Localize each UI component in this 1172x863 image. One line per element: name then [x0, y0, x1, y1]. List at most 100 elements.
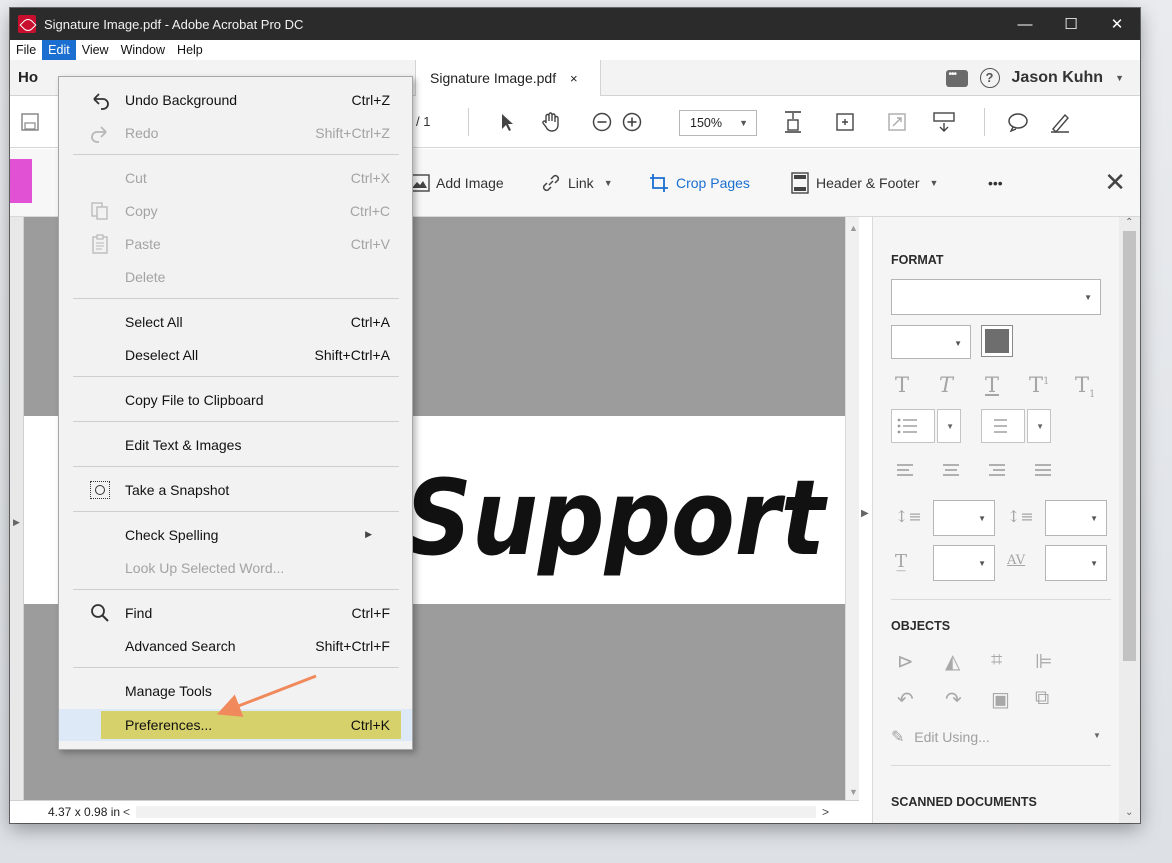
- panel-vertical-scrollbar[interactable]: ⌃ ⌄: [1119, 217, 1140, 823]
- menu-item-label: Take a Snapshot: [125, 481, 230, 498]
- menu-item-copy-file-to-clipboard[interactable]: Copy File to Clipboard: [59, 383, 412, 416]
- edit-using-label: Edit Using...: [914, 729, 990, 745]
- link-icon: [542, 174, 560, 192]
- collapse-right-panel-icon[interactable]: ▶: [861, 508, 869, 519]
- user-menu-chevron-down-icon[interactable]: ▼: [1115, 73, 1124, 83]
- tab-document-label: Signature Image.pdf: [430, 70, 557, 86]
- menu-item-redo[interactable]: Redo Shift+Ctrl+Z: [59, 116, 412, 149]
- zoom-out-icon[interactable]: [590, 96, 614, 148]
- menu-edit[interactable]: Edit: [42, 40, 76, 60]
- menu-item-take-a-snapshot[interactable]: Take a Snapshot: [59, 473, 412, 506]
- help-icon[interactable]: ?: [979, 68, 1000, 88]
- panel-scroll-thumb[interactable]: [1123, 231, 1136, 661]
- crop-pages-button[interactable]: Crop Pages: [648, 149, 750, 217]
- scroll-right-icon[interactable]: >: [822, 801, 829, 823]
- scroll-down-icon[interactable]: ⌄: [1125, 807, 1133, 818]
- numbered-list-dropdown[interactable]: ▼: [1027, 409, 1051, 443]
- crop-image-icon[interactable]: ⌗: [991, 649, 1002, 672]
- tab-document[interactable]: Signature Image.pdf ×: [415, 60, 601, 97]
- horizontal-scrollbar[interactable]: [136, 806, 816, 818]
- edit-pdf-tool-tab[interactable]: [10, 159, 32, 203]
- close-window-button[interactable]: ✕: [1094, 8, 1140, 40]
- menu-item-shortcut: Ctrl+A: [350, 313, 390, 330]
- text-color-swatch[interactable]: [981, 325, 1013, 357]
- pen-sign-icon[interactable]: [1046, 96, 1074, 148]
- menu-item-undo-background[interactable]: Undo Background Ctrl+Z: [59, 83, 412, 116]
- select-cursor-icon[interactable]: [494, 96, 520, 148]
- menu-item-label: Edit Text & Images: [125, 436, 242, 453]
- scroll-up-icon[interactable]: ▲: [849, 223, 858, 233]
- fit-page-icon[interactable]: [780, 96, 806, 148]
- menu-help[interactable]: Help: [171, 40, 209, 60]
- add-image-button[interactable]: Add Image: [408, 149, 504, 217]
- menu-item-find[interactable]: Find Ctrl+F: [59, 596, 412, 629]
- menu-item-select-all[interactable]: Select All Ctrl+A: [59, 305, 412, 338]
- align-objects-icon[interactable]: ⊫: [1035, 649, 1052, 674]
- scroll-left-icon[interactable]: <: [123, 801, 130, 823]
- hand-tool-icon[interactable]: [536, 96, 566, 148]
- scroll-up-icon[interactable]: ⌃: [1125, 217, 1133, 228]
- tab-home[interactable]: Ho: [18, 60, 38, 96]
- subscript-icon[interactable]: T1: [1075, 373, 1095, 400]
- more-tools-button[interactable]: •••: [988, 149, 1003, 217]
- horizontal-scaling-select[interactable]: ▼: [933, 545, 995, 581]
- signature-image[interactable]: Support: [405, 442, 835, 592]
- comment-icon[interactable]: [1004, 96, 1032, 148]
- rotate-counterclockwise-icon[interactable]: ↶: [897, 687, 914, 712]
- rotate-page-icon[interactable]: [832, 96, 858, 148]
- menu-item-advanced-search[interactable]: Advanced Search Shift+Ctrl+F: [59, 629, 412, 662]
- header-footer-label: Header & Footer: [816, 175, 920, 191]
- maximize-button[interactable]: ☐: [1048, 8, 1094, 40]
- menu-item-copy[interactable]: Copy Ctrl+C: [59, 194, 412, 227]
- superscript-icon[interactable]: T1: [1029, 373, 1049, 397]
- menu-item-deselect-all[interactable]: Deselect All Shift+Ctrl+A: [59, 338, 412, 371]
- menu-item-paste[interactable]: Paste Ctrl+V: [59, 227, 412, 260]
- search-icon: [89, 602, 111, 624]
- menu-item-look-up-selected-word[interactable]: Look Up Selected Word...: [59, 551, 412, 584]
- arrange-objects-icon[interactable]: ⧉: [1035, 687, 1049, 710]
- menu-file[interactable]: File: [10, 40, 42, 60]
- numbered-list-icon: [994, 419, 1007, 433]
- scroll-down-icon[interactable]: ▼: [849, 787, 858, 797]
- full-screen-icon[interactable]: [884, 96, 910, 148]
- rotate-clockwise-icon[interactable]: ↷: [945, 687, 962, 712]
- save-icon[interactable]: [16, 96, 44, 148]
- paragraph-spacing-select[interactable]: ▼: [1045, 500, 1107, 536]
- comment-bubble-icon[interactable]: [945, 69, 968, 87]
- menu-item-edit-text-images[interactable]: Edit Text & Images: [59, 428, 412, 461]
- flip-horizontal-icon[interactable]: ◭: [945, 649, 960, 674]
- menu-window[interactable]: Window: [115, 40, 171, 60]
- font-family-select[interactable]: ▼: [891, 279, 1101, 315]
- text-underline-icon[interactable]: T: [985, 373, 999, 397]
- menu-item-cut[interactable]: Cut Ctrl+X: [59, 161, 412, 194]
- document-vertical-scrollbar[interactable]: ▲ ▼: [845, 217, 859, 800]
- annotation-arrow: [216, 674, 317, 717]
- header-footer-button[interactable]: Header & Footer ▼: [790, 149, 938, 217]
- menu-item-delete[interactable]: Delete: [59, 260, 412, 293]
- tab-close-icon[interactable]: ×: [570, 71, 578, 86]
- close-tool-icon[interactable]: ✕: [1104, 168, 1126, 196]
- zoom-select[interactable]: 150% ▼: [679, 110, 757, 136]
- bulleted-list-button[interactable]: [891, 409, 935, 443]
- font-size-select[interactable]: ▼: [891, 325, 971, 359]
- user-name[interactable]: Jason Kuhn: [1012, 69, 1104, 87]
- objects-title: OBJECTS: [891, 619, 951, 633]
- text-style-normal-icon[interactable]: T: [895, 373, 909, 397]
- flip-vertical-icon[interactable]: ⊳: [897, 649, 914, 674]
- menu-item-check-spelling[interactable]: Check Spelling ▶: [59, 518, 412, 551]
- text-italic-icon[interactable]: T: [939, 373, 953, 397]
- character-spacing-select[interactable]: ▼: [1045, 545, 1107, 581]
- numbered-list-button[interactable]: [981, 409, 1025, 443]
- replace-image-icon[interactable]: ▣: [991, 687, 1010, 712]
- keyboard-download-icon[interactable]: [930, 96, 958, 148]
- page-size-readout: 4.37 x 0.98 in: [48, 805, 121, 819]
- crop-pages-label: Crop Pages: [676, 175, 750, 191]
- menu-view[interactable]: View: [76, 40, 115, 60]
- link-button[interactable]: Link ▼: [540, 149, 613, 217]
- minimize-button[interactable]: —: [1002, 8, 1048, 40]
- expand-left-panel-icon[interactable]: ▶: [13, 517, 20, 528]
- zoom-in-icon[interactable]: [620, 96, 644, 148]
- edit-using-dropdown[interactable]: ✎ Edit Using... ▼: [891, 727, 1101, 747]
- line-spacing-select[interactable]: ▼: [933, 500, 995, 536]
- bulleted-list-dropdown[interactable]: ▼: [937, 409, 961, 443]
